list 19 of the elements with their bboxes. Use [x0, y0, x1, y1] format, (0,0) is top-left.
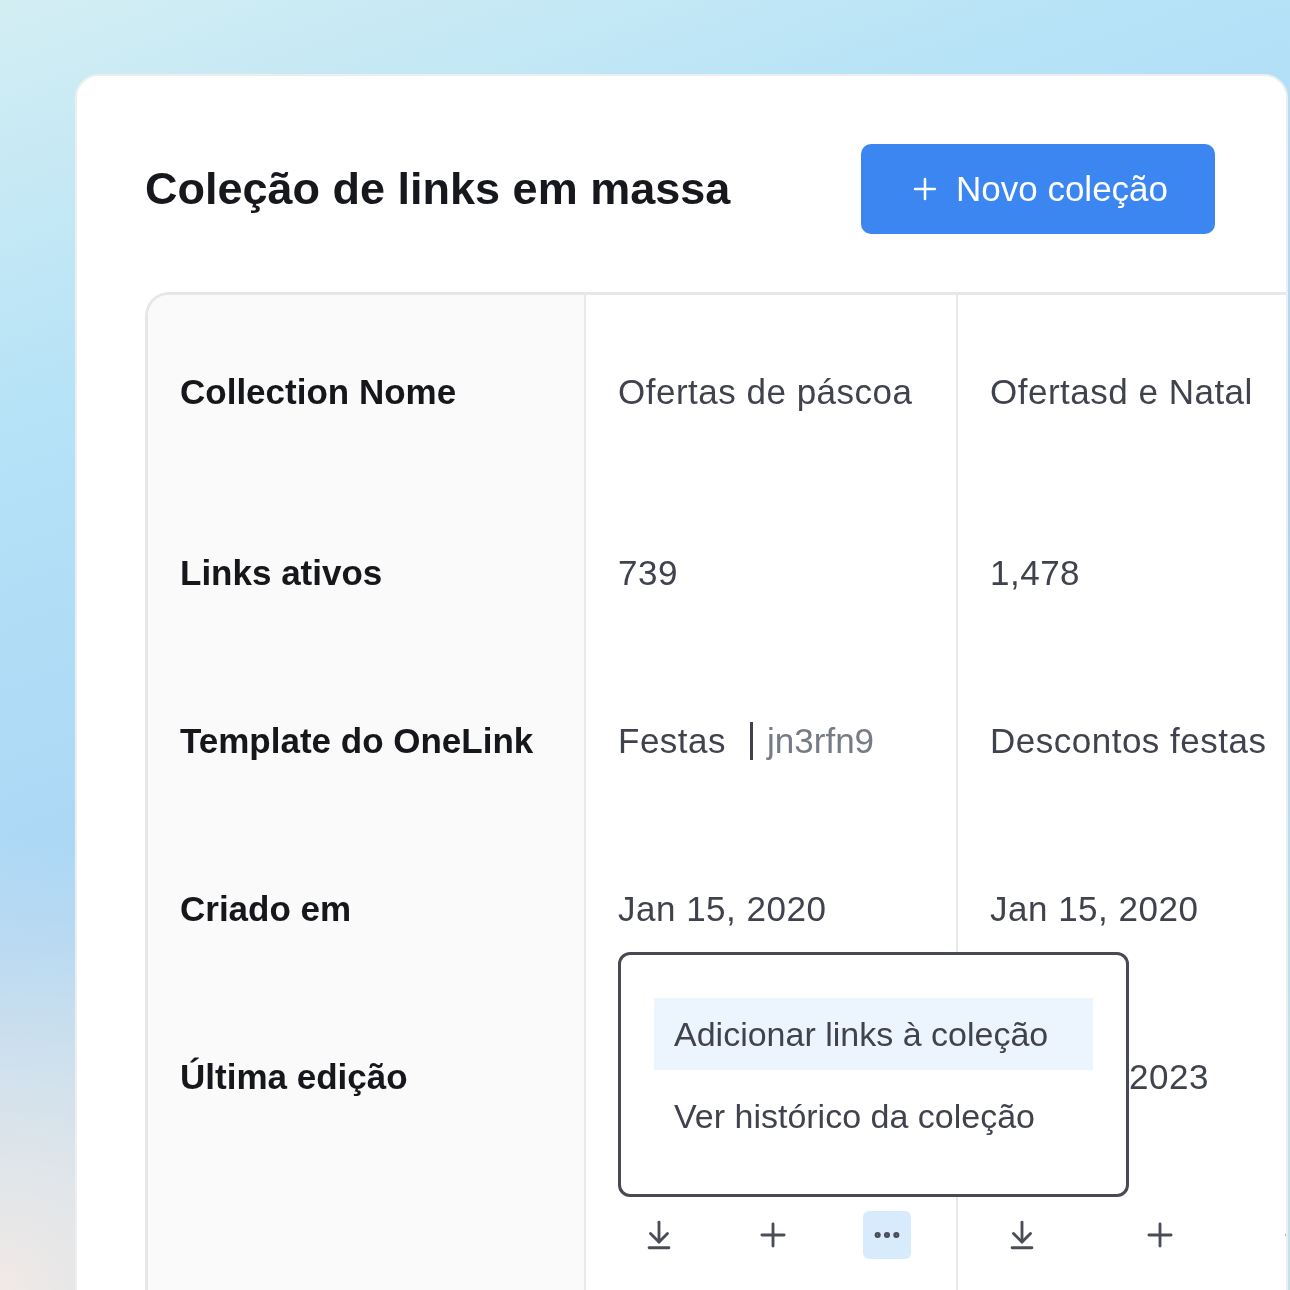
table-cell: 739 — [618, 553, 678, 593]
table-cell: 2023 — [1129, 1057, 1209, 1097]
new-collection-button[interactable]: Novo coleção — [861, 144, 1215, 234]
row-label: Criado em — [180, 889, 352, 929]
table-cell: Descontos festas — [990, 721, 1267, 761]
table-cell: Ofertas de páscoa — [618, 372, 913, 412]
table-cell: 1,478 — [990, 553, 1081, 593]
row-label: Collection Nome — [180, 372, 457, 412]
table-cell: Ofertasd e Natal — [990, 372, 1253, 412]
table-cell: Festas — [618, 721, 727, 761]
table-cell: Jan 15, 2020 — [990, 889, 1199, 929]
template-id: jn3rfn9 — [750, 722, 875, 760]
row-label: Última edição — [180, 1057, 408, 1097]
row-label: Links ativos — [180, 553, 383, 593]
table-cell: Jan 15, 2020 — [618, 889, 827, 929]
menu-item[interactable]: Adicionar links à coleção — [654, 998, 1093, 1070]
menu-item[interactable]: Ver histórico da coleção — [654, 1080, 1093, 1152]
row-label: Template do OneLink — [180, 721, 534, 761]
page-title: Coleção de links em massa — [145, 163, 731, 215]
